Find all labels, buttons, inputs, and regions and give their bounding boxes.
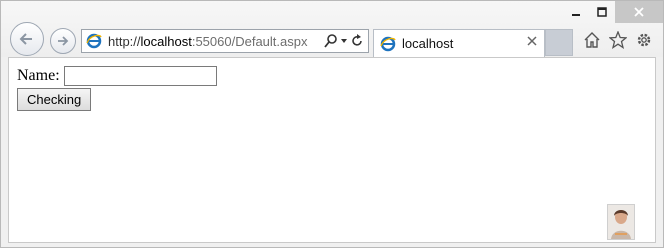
- browser-tab[interactable]: localhost: [373, 29, 545, 57]
- forward-arrow-icon: [58, 36, 69, 46]
- window-controls: [563, 1, 663, 23]
- search-icon[interactable]: [324, 34, 338, 48]
- name-row: Name:: [17, 65, 217, 87]
- checking-form: Name: Checking: [17, 65, 217, 111]
- browser-window: http://localhost:55060/Default.aspx loca…: [0, 0, 664, 248]
- gear-icon[interactable]: [635, 31, 653, 49]
- name-label: Name:: [17, 67, 60, 84]
- page-content: Name: Checking: [8, 57, 656, 243]
- avatar: [607, 204, 635, 240]
- person-photo-icon: [608, 205, 634, 239]
- checking-button[interactable]: Checking: [17, 88, 92, 111]
- browser-chrome: http://localhost:55060/Default.aspx loca…: [1, 1, 663, 57]
- address-bar[interactable]: http://localhost:55060/Default.aspx: [81, 29, 369, 53]
- tab-label: localhost: [402, 36, 454, 51]
- forward-button[interactable]: [50, 28, 76, 54]
- address-url[interactable]: http://localhost:55060/Default.aspx: [108, 34, 307, 49]
- name-input[interactable]: [63, 66, 217, 86]
- internet-explorer-icon: [380, 36, 396, 51]
- minimize-button[interactable]: [563, 1, 589, 23]
- browser-tools: [583, 31, 653, 49]
- address-tools: [324, 32, 364, 50]
- internet-explorer-icon: [86, 33, 102, 49]
- close-window-button[interactable]: [615, 1, 663, 23]
- back-arrow-icon: [19, 33, 32, 45]
- close-icon: [634, 7, 644, 17]
- url-rest: :55060/Default.aspx: [191, 33, 308, 49]
- back-button[interactable]: [10, 22, 44, 56]
- url-prefix: http://: [108, 33, 141, 49]
- maximize-icon: [597, 7, 607, 17]
- home-icon[interactable]: [583, 31, 601, 49]
- maximize-button[interactable]: [589, 1, 615, 23]
- url-host: localhost: [140, 33, 192, 49]
- star-icon[interactable]: [609, 31, 627, 49]
- chevron-down-icon[interactable]: [340, 34, 348, 48]
- close-tab-icon[interactable]: [526, 35, 538, 47]
- new-tab-button[interactable]: [545, 29, 573, 56]
- refresh-icon[interactable]: [350, 34, 364, 48]
- minimize-icon: [572, 14, 580, 16]
